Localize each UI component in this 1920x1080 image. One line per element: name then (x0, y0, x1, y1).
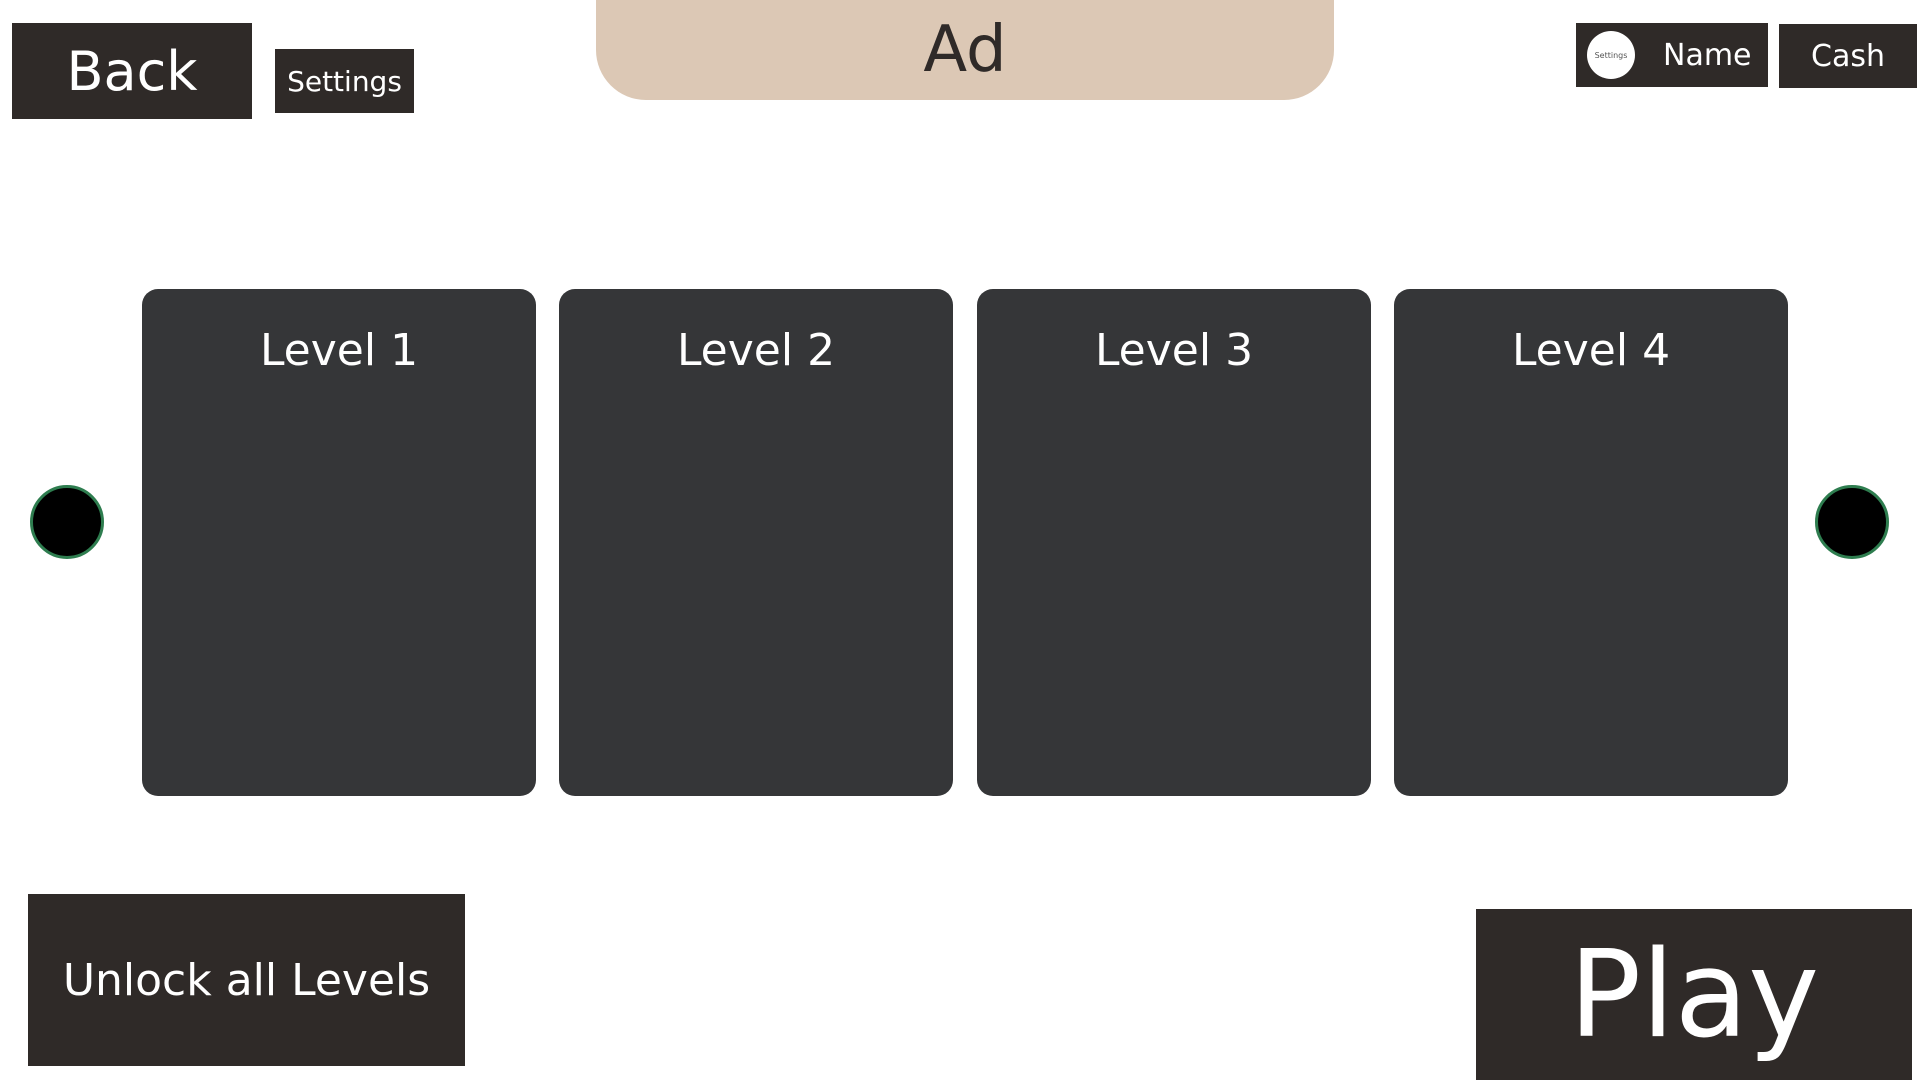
previous-page-button[interactable] (30, 485, 104, 559)
settings-button[interactable]: Settings (275, 49, 414, 113)
level-card-label: Level 3 (1094, 325, 1254, 376)
level-card-label: Level 2 (676, 325, 836, 376)
level-card-label: Level 4 (1511, 325, 1671, 376)
back-button[interactable]: Back (12, 23, 252, 119)
level-card-4[interactable]: Level 4 (1394, 289, 1788, 796)
cash-display[interactable]: Cash (1779, 24, 1917, 88)
ad-banner[interactable]: Ad (596, 0, 1334, 100)
level-select-screen: Back Settings Ad Settings Name Cash Leve… (0, 0, 1920, 1080)
next-page-button[interactable] (1815, 485, 1889, 559)
unlock-all-levels-button[interactable]: Unlock all Levels (28, 894, 465, 1066)
level-card-1[interactable]: Level 1 (142, 289, 536, 796)
level-card-2[interactable]: Level 2 (559, 289, 953, 796)
avatar[interactable]: Settings (1587, 31, 1635, 79)
level-card-label: Level 1 (259, 325, 419, 376)
play-button[interactable]: Play (1476, 909, 1912, 1080)
player-name: Name (1663, 37, 1752, 73)
profile-panel[interactable]: Settings Name (1576, 23, 1768, 87)
level-card-3[interactable]: Level 3 (977, 289, 1371, 796)
